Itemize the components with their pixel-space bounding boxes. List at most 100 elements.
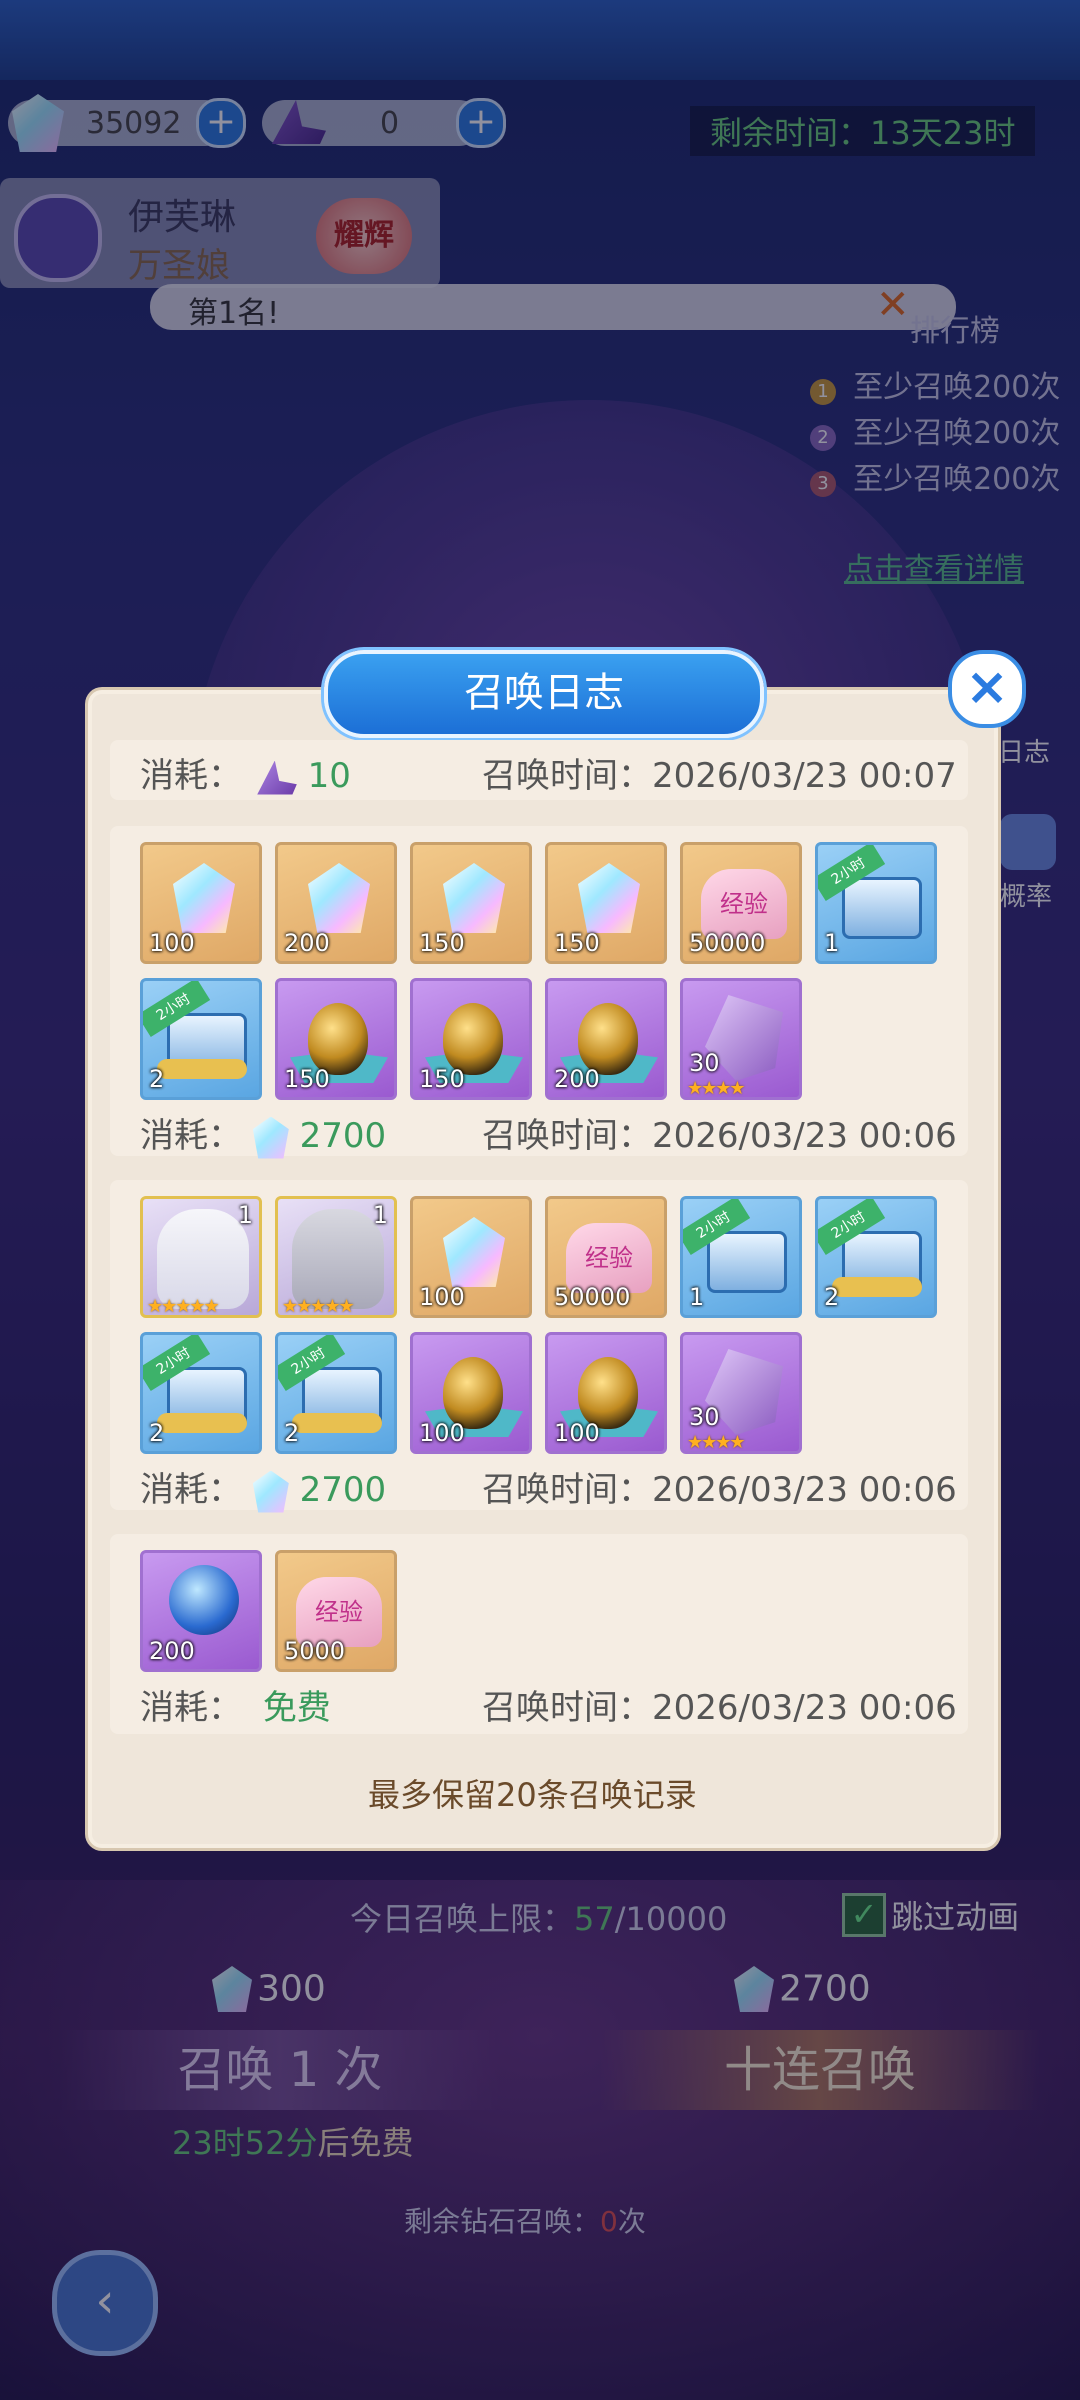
gem-icon: [578, 863, 640, 933]
reward-count: 150: [554, 929, 600, 957]
coins-icon: [832, 1277, 922, 1297]
reward-tile-exp[interactable]: 经验 50000: [545, 1196, 667, 1318]
reward-count: 1: [689, 1283, 705, 1311]
star-rating: ★★★★: [687, 1078, 746, 1099]
reward-tile-coin-chest[interactable]: 2小时 2: [275, 1332, 397, 1454]
cost-label: 消耗：: [140, 756, 242, 796]
reward-count: 2: [284, 1419, 300, 1447]
reward-grid: 1 ★★★★★ 1 ★★★★★ 100 经验 50000 2小时 1 2小时 2 2小时 2…: [140, 1196, 960, 1456]
cost: 消耗： 免费: [140, 1680, 331, 1729]
reward-count: 50000: [554, 1283, 631, 1311]
reward-count: 30: [689, 1403, 720, 1431]
gem-icon: [443, 1217, 505, 1287]
reward-count: 100: [419, 1283, 465, 1311]
reward-count: 2: [149, 1419, 165, 1447]
coins-icon: [157, 1059, 247, 1079]
reward-tile-gem[interactable]: 100: [410, 1196, 532, 1318]
coins-icon: [292, 1413, 382, 1433]
reward-count: 200: [284, 929, 330, 957]
reward-tile-gem[interactable]: 150: [410, 842, 532, 964]
gem-icon: [308, 863, 370, 933]
reward-tile-coin-chest[interactable]: 2小时 2: [140, 978, 262, 1100]
cost-value: 免费: [262, 1688, 331, 1728]
reward-count: 2: [149, 1065, 165, 1093]
time-value: 2026/03/23 00:06: [652, 1116, 957, 1156]
cost-label: 消耗：: [140, 1116, 242, 1156]
cost: 消耗： 2700: [140, 1108, 386, 1159]
gem-icon: [173, 863, 235, 933]
reward-tile-egg[interactable]: 100: [410, 1332, 532, 1454]
log-record: 消耗： 10 召唤时间：2026/03/23 00:07: [110, 740, 968, 800]
time-value: 2026/03/23 00:06: [652, 1688, 957, 1728]
time-label: 召唤时间：: [482, 1688, 652, 1728]
time-label: 召唤时间：: [482, 756, 652, 796]
star-rating: ★★★★: [687, 1432, 746, 1453]
reward-tile-coin-chest[interactable]: 2小时 2: [140, 1332, 262, 1454]
reward-count: 2: [824, 1283, 840, 1311]
summon-time: 召唤时间：2026/03/23 00:06: [482, 1108, 957, 1157]
reward-tile-egg[interactable]: 150: [275, 978, 397, 1100]
gem-icon: [252, 1116, 289, 1159]
reward-tile-exp[interactable]: 经验 5000: [275, 1550, 397, 1672]
reward-count: 1: [824, 929, 840, 957]
summon-time: 召唤时间：2026/03/23 00:07: [482, 748, 957, 797]
summon-time: 召唤时间：2026/03/23 00:06: [482, 1462, 957, 1511]
reward-tile-character[interactable]: 1 ★★★★★: [275, 1196, 397, 1318]
crystal-orb-icon: [169, 1565, 239, 1635]
reward-tile-shard[interactable]: 30 ★★★★: [680, 1332, 802, 1454]
star-rating: ★★★★★: [147, 1296, 220, 1317]
cost: 消耗： 2700: [140, 1462, 386, 1513]
modal-title: 召唤日志: [464, 670, 624, 716]
modal-footer-note: 最多保留20条召唤记录: [368, 1776, 697, 1814]
reward-tile-shard[interactable]: 30 ★★★★: [680, 978, 802, 1100]
chest-icon: [707, 1231, 787, 1293]
reward-tile-gem[interactable]: 100: [140, 842, 262, 964]
reward-tile-egg[interactable]: 200: [545, 978, 667, 1100]
reward-count: 5000: [284, 1637, 346, 1665]
reward-tile-chest[interactable]: 2小时 1: [815, 842, 937, 964]
cost-value: 2700: [299, 1116, 387, 1156]
time-value: 2026/03/23 00:07: [652, 756, 957, 796]
gem-icon: [252, 1470, 289, 1513]
chest-icon: [842, 877, 922, 939]
reward-tile-coin-chest[interactable]: 2小时 2: [815, 1196, 937, 1318]
reward-count: 200: [554, 1065, 600, 1093]
reward-grid: 100 200 150 150 经验 50000 2小时 1 2小时 2 150 15…: [140, 842, 960, 1102]
cost-label: 消耗：: [140, 1688, 242, 1728]
gem-icon: [443, 863, 505, 933]
summon-time: 召唤时间：2026/03/23 00:06: [482, 1680, 957, 1729]
cost-value: 2700: [299, 1470, 387, 1510]
reward-tile-orb[interactable]: 200: [140, 1550, 262, 1672]
character-portrait: [292, 1209, 384, 1309]
reward-count: 100: [419, 1419, 465, 1447]
reward-count: 50000: [689, 929, 766, 957]
time-label: 召唤时间：: [482, 1470, 652, 1510]
close-icon: ×: [965, 657, 1009, 717]
cost-value: 10: [307, 756, 351, 796]
reward-count: 150: [284, 1065, 330, 1093]
reward-tile-gem[interactable]: 200: [275, 842, 397, 964]
coins-icon: [157, 1413, 247, 1433]
reward-tile-chest[interactable]: 2小时 1: [680, 1196, 802, 1318]
reward-count: 1: [237, 1201, 253, 1229]
witch-hat-icon: [257, 760, 297, 795]
star-rating: ★★★★★: [282, 1296, 355, 1317]
time-value: 2026/03/23 00:06: [652, 1470, 957, 1510]
reward-tile-exp[interactable]: 经验 50000: [680, 842, 802, 964]
reward-count: 30: [689, 1049, 720, 1077]
reward-count: 100: [149, 929, 195, 957]
reward-count: 1: [372, 1201, 388, 1229]
cost: 消耗： 10: [140, 748, 351, 797]
modal-title-plate: 召唤日志: [324, 650, 764, 738]
reward-tile-gem[interactable]: 150: [545, 842, 667, 964]
reward-tile-egg[interactable]: 150: [410, 978, 532, 1100]
reward-count: 150: [419, 1065, 465, 1093]
reward-count: 100: [554, 1419, 600, 1447]
cost-label: 消耗：: [140, 1470, 242, 1510]
character-portrait: [157, 1209, 249, 1309]
time-label: 召唤时间：: [482, 1116, 652, 1156]
reward-count: 150: [419, 929, 465, 957]
reward-tile-character[interactable]: 1 ★★★★★: [140, 1196, 262, 1318]
reward-tile-egg[interactable]: 100: [545, 1332, 667, 1454]
close-modal-button[interactable]: ×: [948, 650, 1026, 728]
